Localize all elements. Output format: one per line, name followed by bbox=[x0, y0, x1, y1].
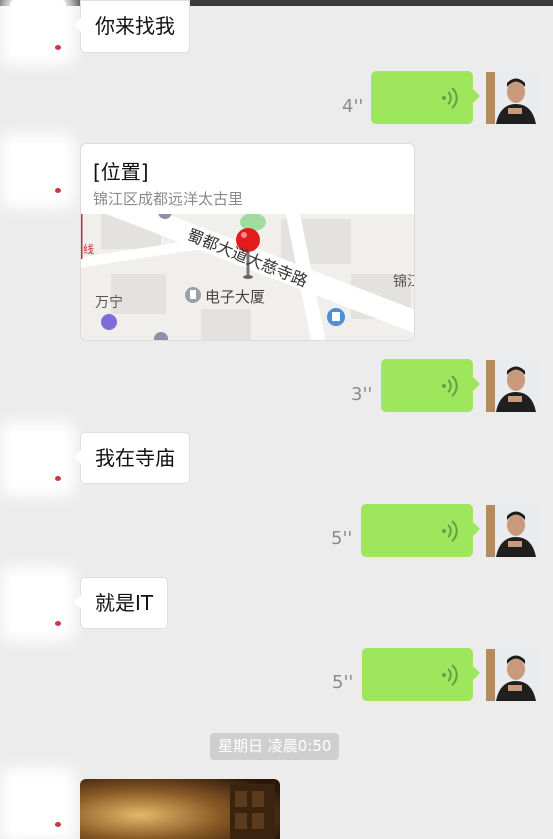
location-message-card[interactable]: [位置] 锦江区成都远洋太古里 蜀都大道大慈寺路 电子大厦 万宁 锦江 线 bbox=[80, 143, 415, 341]
avatar-mark bbox=[55, 822, 61, 827]
chat-timestamp: 星期日 凌晨0:50 bbox=[210, 733, 340, 760]
my-avatar[interactable] bbox=[486, 360, 538, 412]
map-area-label: 万宁 bbox=[95, 294, 123, 311]
contact-avatar[interactable] bbox=[10, 777, 66, 833]
text-message-bubble[interactable]: 我在寺庙 bbox=[74, 432, 190, 484]
voice-wave-icon bbox=[442, 520, 458, 542]
avatar-mark bbox=[55, 188, 61, 193]
map-line-label: 线 bbox=[83, 242, 94, 256]
avatar-mark bbox=[55, 45, 61, 50]
text-message-bubble[interactable]: 就是IT bbox=[73, 577, 169, 629]
contact-avatar[interactable] bbox=[10, 143, 66, 199]
person-photo-icon bbox=[486, 649, 538, 701]
text-message-bubble[interactable]: 你来找我 bbox=[74, 0, 190, 53]
my-avatar[interactable] bbox=[486, 649, 538, 701]
voice-message-bubble[interactable] bbox=[381, 359, 480, 412]
contact-avatar[interactable] bbox=[10, 431, 66, 487]
location-address: 锦江区成都远洋太古里 bbox=[93, 190, 244, 208]
voice-wave-icon bbox=[442, 375, 458, 397]
map-area-label: 锦江 bbox=[393, 273, 415, 290]
map-building-label: 电子大厦 bbox=[205, 288, 265, 306]
voice-duration: 5'' bbox=[331, 528, 353, 549]
voice-wave-icon bbox=[442, 87, 458, 109]
my-avatar[interactable] bbox=[486, 72, 538, 124]
voice-wave-icon bbox=[442, 664, 458, 686]
voice-duration: 4'' bbox=[342, 96, 364, 117]
person-photo-icon bbox=[486, 360, 538, 412]
location-map[interactable]: 蜀都大道大慈寺路 电子大厦 万宁 锦江 线 bbox=[81, 214, 415, 341]
voice-duration: 3'' bbox=[351, 384, 373, 405]
my-avatar[interactable] bbox=[486, 505, 538, 557]
voice-duration: 5'' bbox=[332, 672, 354, 693]
message-text: 我在寺庙 bbox=[95, 446, 175, 470]
voice-message-bubble[interactable] bbox=[362, 648, 480, 701]
person-photo-icon bbox=[486, 72, 538, 124]
voice-message-bubble[interactable] bbox=[371, 71, 480, 124]
photo-thumbnail bbox=[80, 779, 280, 839]
contact-avatar[interactable] bbox=[10, 0, 66, 56]
avatar-mark bbox=[55, 476, 61, 481]
avatar-mark bbox=[55, 621, 61, 626]
image-message[interactable] bbox=[80, 779, 280, 839]
person-photo-icon bbox=[486, 505, 538, 557]
location-title: [位置] bbox=[93, 160, 149, 184]
message-text: 就是IT bbox=[95, 591, 154, 615]
message-text: 你来找我 bbox=[95, 14, 175, 38]
voice-message-bubble[interactable] bbox=[361, 504, 480, 557]
contact-avatar[interactable] bbox=[10, 576, 66, 632]
